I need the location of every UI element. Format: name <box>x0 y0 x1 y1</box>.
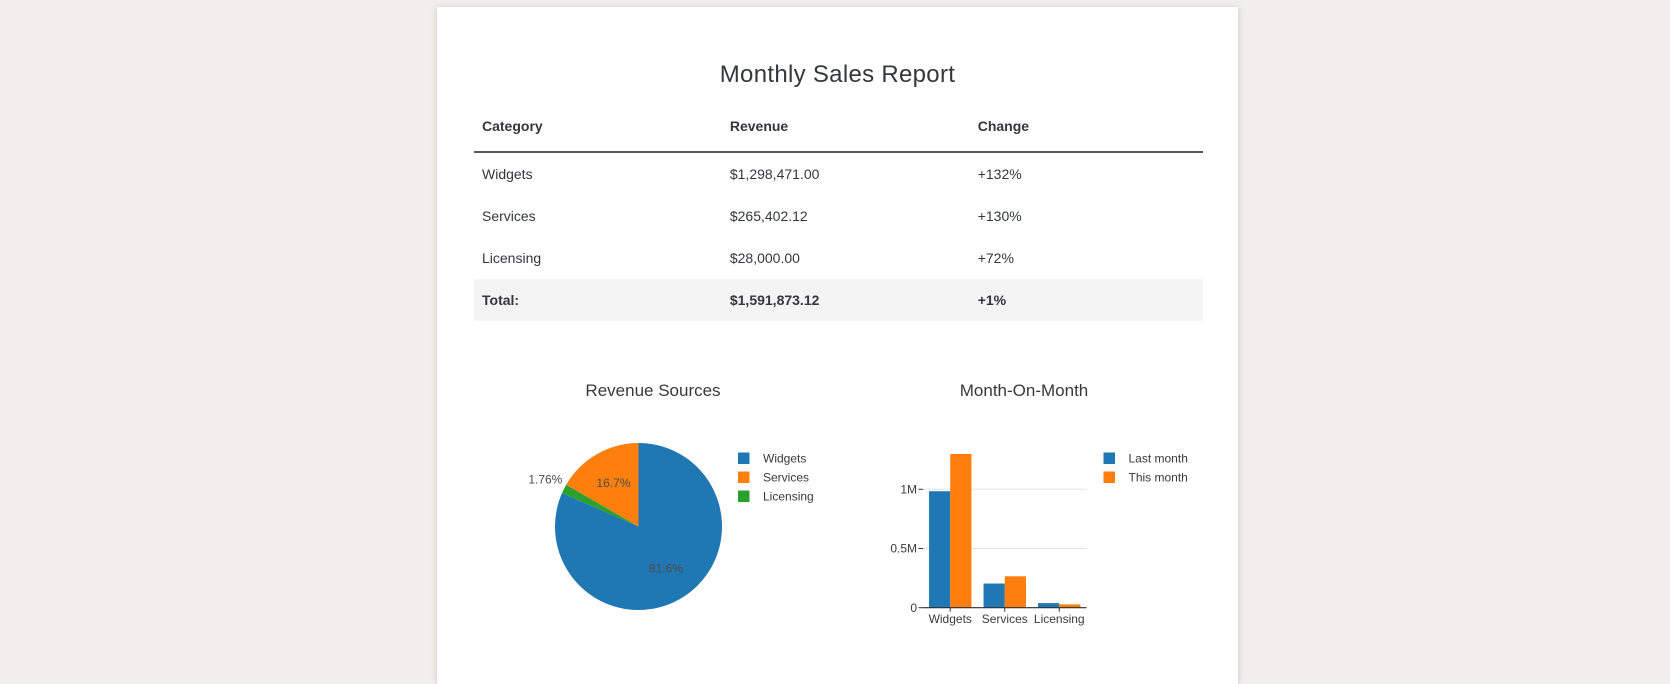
table-total-row: Total: $1,591,873.12 +1% <box>474 279 1203 321</box>
column-header-revenue: Revenue <box>722 102 970 152</box>
bar-widgets-last-month <box>929 491 950 607</box>
pie-percentage-label: 1.76% <box>528 472 562 486</box>
bar-widgets-this-month <box>950 454 971 608</box>
change-cell: +132% <box>970 152 1203 195</box>
bar-xtick-label: Widgets <box>929 612 972 626</box>
category-cell: Services <box>474 195 722 237</box>
bar-legend-swatch <box>1104 453 1116 465</box>
column-header-change: Change <box>970 102 1203 152</box>
category-cell: Widgets <box>474 152 722 195</box>
revenue-cell: $1,298,471.00 <box>722 152 970 195</box>
total-label-cell: Total: <box>474 279 722 321</box>
table-row: Licensing $28,000.00 +72% <box>474 237 1203 279</box>
pie-percentage-label: 81.6% <box>649 561 683 575</box>
bar-ytick-label: 0.5M <box>890 542 917 556</box>
pie-percentage-label: 16.7% <box>596 476 630 490</box>
pie-legend-label: Services <box>763 471 809 485</box>
pie-chart-title: Revenue Sources <box>585 381 720 400</box>
pie-legend-swatch <box>738 453 750 465</box>
pie-legend-label: Licensing <box>763 490 814 504</box>
revenue-cell: $265,402.12 <box>722 195 970 237</box>
report-card: Monthly Sales Report Category Revenue Ch… <box>437 7 1238 684</box>
column-header-category: Category <box>474 102 722 152</box>
category-cell: Licensing <box>474 237 722 279</box>
bar-ytick-label: 1M <box>900 483 917 497</box>
change-cell: +72% <box>970 237 1203 279</box>
bar-xtick-label: Services <box>982 612 1028 626</box>
revenue-cell: $28,000.00 <box>722 237 970 279</box>
bar-ytick-label: 0 <box>910 601 917 615</box>
report-title: Monthly Sales Report <box>437 61 1238 89</box>
pie-legend-swatch <box>738 472 750 484</box>
bar-licensing-last-month <box>1038 603 1059 608</box>
table-row: Services $265,402.12 +130% <box>474 195 1203 237</box>
change-cell: +130% <box>970 195 1203 237</box>
bar-services-last-month <box>984 584 1005 608</box>
total-change-cell: +1% <box>970 279 1203 321</box>
sales-table: Category Revenue Change Widgets $1,298,4… <box>474 102 1203 321</box>
bar-legend-label: This month <box>1129 471 1188 485</box>
table-header-row: Category Revenue Change <box>474 102 1203 152</box>
bar-legend-swatch <box>1104 472 1116 484</box>
bar-chart-title: Month-On-Month <box>960 381 1089 400</box>
pie-legend-label: Widgets <box>763 452 806 466</box>
total-revenue-cell: $1,591,873.12 <box>722 279 970 321</box>
bar-xtick-label: Licensing <box>1034 612 1085 626</box>
bar-services-this-month <box>1005 576 1026 607</box>
bar-legend-label: Last month <box>1129 452 1188 466</box>
charts-canvas: Revenue Sources 81.6% 1.76% 16.7% Widgets Ser… <box>437 360 1238 684</box>
pie-legend-swatch <box>738 491 750 503</box>
table-row: Widgets $1,298,471.00 +132% <box>474 152 1203 195</box>
